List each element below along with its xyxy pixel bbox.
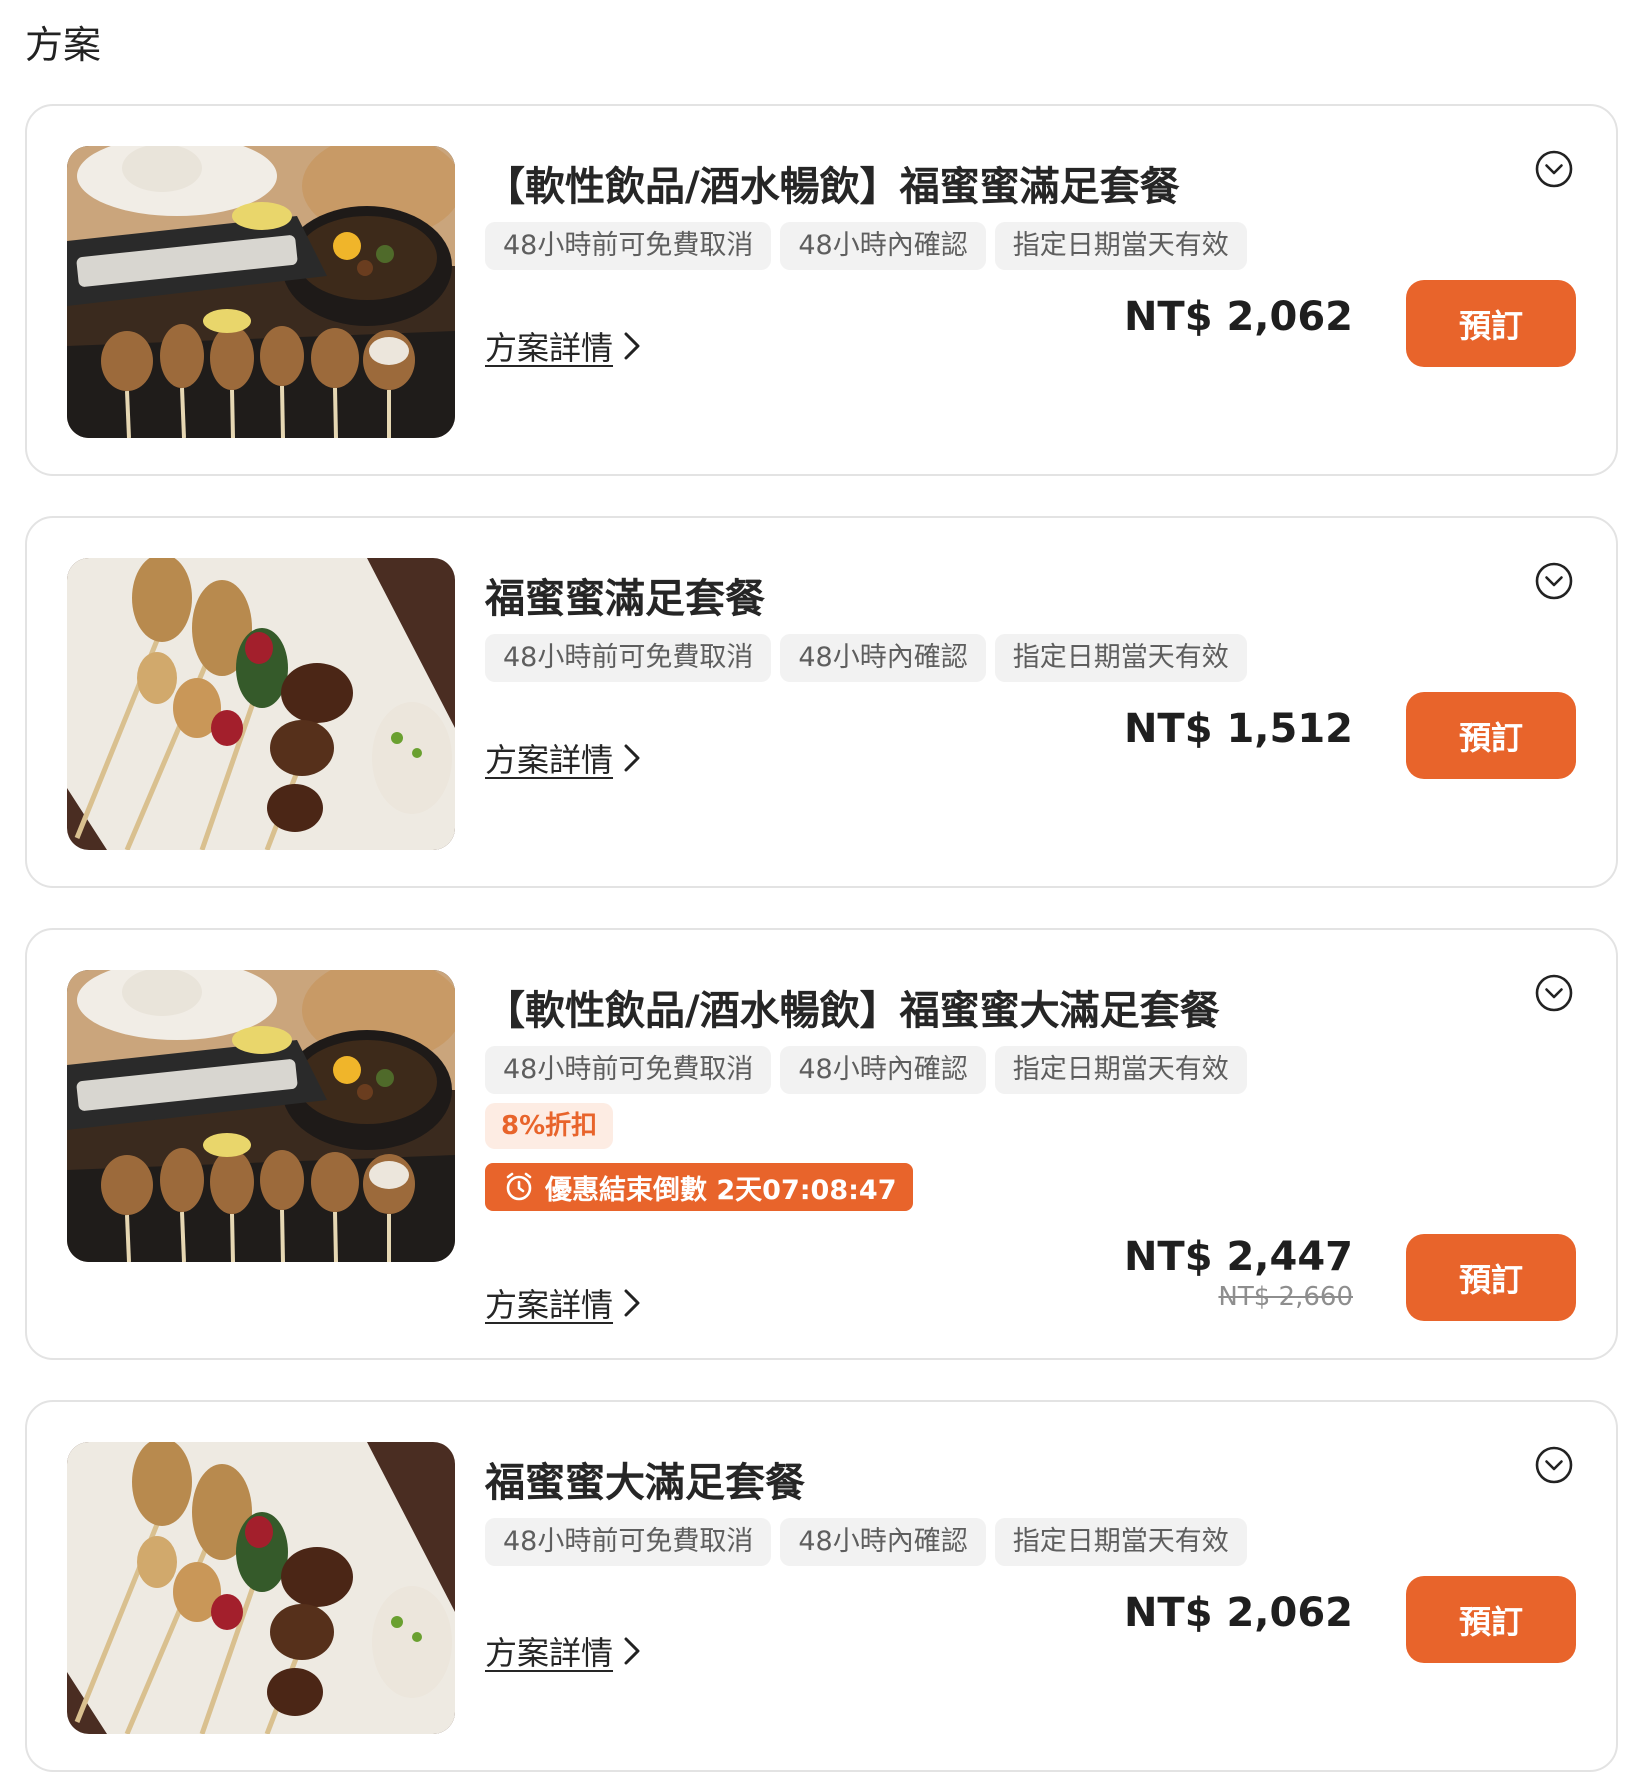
plan-image[interactable]	[67, 558, 455, 850]
tag-confirm: 48小時內確認	[780, 1518, 986, 1566]
plan-tags: 48小時前可免費取消 48小時內確認 指定日期當天有效	[485, 634, 1247, 682]
chevron-right-icon	[621, 330, 643, 362]
chevron-down-circle-icon[interactable]	[1534, 149, 1574, 189]
tag-validity: 指定日期當天有效	[994, 222, 1247, 270]
plan-tags: 48小時前可免費取消 48小時內確認 指定日期當天有效	[485, 222, 1247, 270]
plan-title: 福蜜蜜滿足套餐	[485, 576, 765, 622]
book-button[interactable]: 預訂	[1406, 1576, 1576, 1663]
plan-title: 【軟性飲品/酒水暢飲】福蜜蜜滿足套餐	[485, 164, 1180, 210]
plan-card: 【軟性飲品/酒水暢飲】福蜜蜜大滿足套餐 48小時前可免費取消 48小時內確認 指…	[25, 928, 1618, 1360]
plan-details-label: 方案詳情	[485, 329, 614, 367]
price-block: NT$ 1,512	[1124, 706, 1353, 752]
discount-badge: 8%折扣	[485, 1103, 614, 1149]
plan-details-link[interactable]: 方案詳情	[485, 1280, 643, 1326]
plan-image[interactable]	[67, 970, 455, 1262]
plan-image[interactable]	[67, 1442, 455, 1734]
tag-confirm: 48小時內確認	[780, 634, 986, 682]
plan-card: 福蜜蜜大滿足套餐 48小時前可免費取消 48小時內確認 指定日期當天有效 方案詳…	[25, 1400, 1618, 1772]
plan-details-link[interactable]: 方案詳情	[485, 1628, 643, 1674]
countdown-text: 優惠結束倒數 2天07:08:47	[545, 1174, 897, 1206]
plan-card: 【軟性飲品/酒水暢飲】福蜜蜜滿足套餐 48小時前可免費取消 48小時內確認 指定…	[25, 104, 1618, 476]
plan-tags: 48小時前可免費取消 48小時內確認 指定日期當天有效	[485, 1518, 1247, 1566]
tag-validity: 指定日期當天有效	[994, 634, 1247, 682]
plan-price: NT$ 1,512	[1123, 706, 1353, 752]
price-block: NT$ 2,447 NT$ 2,660	[1124, 1234, 1353, 1312]
tag-confirm: 48小時內確認	[780, 222, 986, 270]
tag-validity: 指定日期當天有效	[994, 1518, 1247, 1566]
alarm-clock-icon	[503, 1171, 535, 1203]
price-block: NT$ 2,062	[1124, 1590, 1353, 1636]
plan-details-link[interactable]: 方案詳情	[485, 735, 643, 781]
plan-details-label: 方案詳情	[485, 1286, 614, 1324]
plan-tags: 48小時前可免費取消 48小時內確認 指定日期當天有效	[485, 1046, 1247, 1094]
tag-free-cancel: 48小時前可免費取消	[485, 1518, 772, 1566]
plan-title: 【軟性飲品/酒水暢飲】福蜜蜜大滿足套餐	[485, 988, 1220, 1034]
tag-free-cancel: 48小時前可免費取消	[485, 222, 772, 270]
plan-image[interactable]	[67, 146, 455, 438]
book-button[interactable]: 預訂	[1406, 280, 1576, 367]
plan-card: 福蜜蜜滿足套餐 48小時前可免費取消 48小時內確認 指定日期當天有效 方案詳情…	[25, 516, 1618, 888]
chevron-down-circle-icon[interactable]	[1534, 973, 1574, 1013]
countdown-badge: 優惠結束倒數 2天07:08:47	[485, 1163, 913, 1211]
price-block: NT$ 2,062	[1124, 294, 1353, 340]
tag-validity: 指定日期當天有效	[994, 1046, 1247, 1094]
chevron-down-circle-icon[interactable]	[1534, 1445, 1574, 1485]
tag-free-cancel: 48小時前可免費取消	[485, 634, 772, 682]
tag-free-cancel: 48小時前可免費取消	[485, 1046, 772, 1094]
chevron-right-icon	[621, 742, 643, 774]
section-title: 方案	[25, 23, 102, 67]
plan-details-label: 方案詳情	[485, 741, 614, 779]
plan-title: 福蜜蜜大滿足套餐	[485, 1460, 805, 1506]
plan-details-link[interactable]: 方案詳情	[485, 323, 643, 369]
plan-price: NT$ 2,062	[1123, 1590, 1353, 1636]
original-price: NT$ 2,660	[1218, 1282, 1353, 1312]
book-button[interactable]: 預訂	[1406, 692, 1576, 779]
plan-price: NT$ 2,447	[1123, 1234, 1353, 1280]
chevron-right-icon	[621, 1287, 643, 1319]
plan-price: NT$ 2,062	[1123, 294, 1353, 340]
book-button[interactable]: 預訂	[1406, 1234, 1576, 1321]
chevron-down-circle-icon[interactable]	[1534, 561, 1574, 601]
plan-details-label: 方案詳情	[485, 1634, 614, 1672]
chevron-right-icon	[621, 1635, 643, 1667]
tag-confirm: 48小時內確認	[780, 1046, 986, 1094]
